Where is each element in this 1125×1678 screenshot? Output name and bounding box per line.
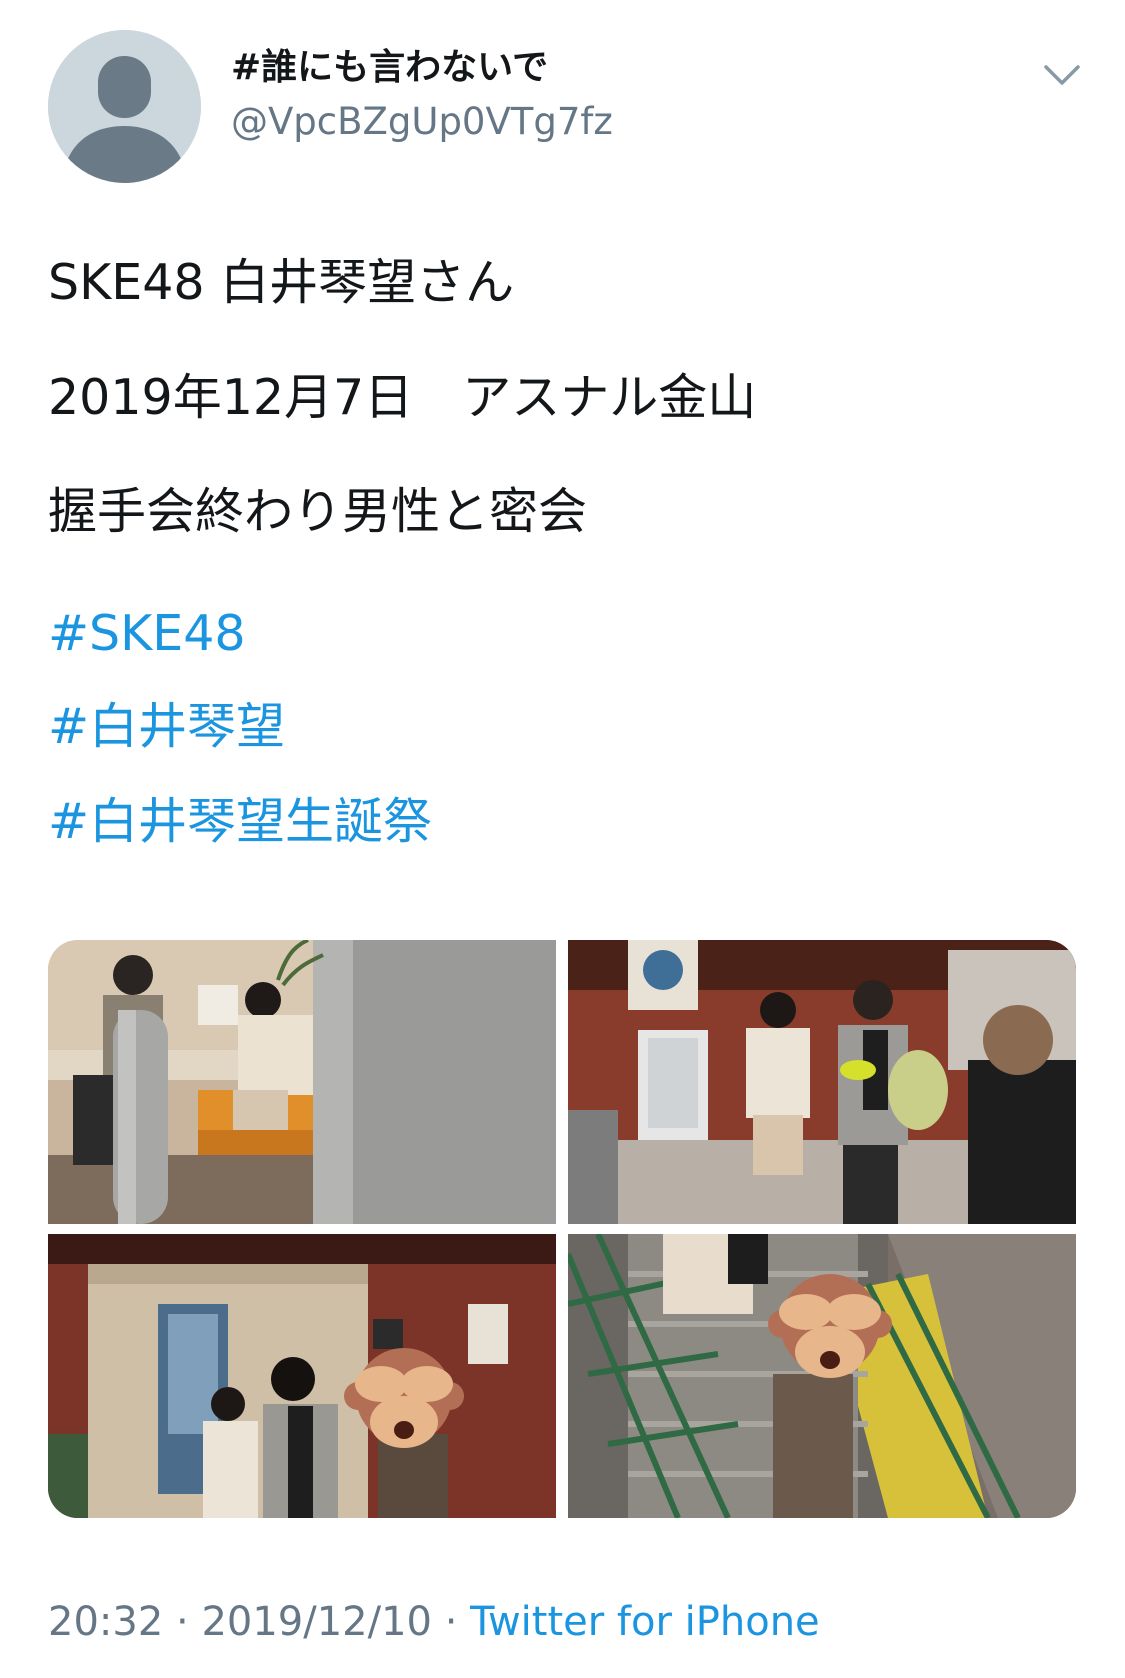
hashtag-link[interactable]: #SKE48 <box>48 602 246 666</box>
tweet-date: 2019/12/10 <box>201 1599 432 1645</box>
media-grid <box>48 940 1076 1518</box>
tweet-photo-4[interactable] <box>568 1234 1076 1518</box>
author-handle[interactable]: @VpcBZgUp0VTg7fz <box>231 96 613 148</box>
chevron-down-icon[interactable] <box>1038 55 1086 95</box>
tweet-source-link[interactable]: Twitter for iPhone <box>470 1599 820 1645</box>
hashtag-link[interactable]: #白井琴望生誕祭 <box>48 790 432 854</box>
tweet-text-line: 2019年12月7日 アスナル金山 <box>48 369 757 426</box>
tweet-photo-3[interactable] <box>48 1234 556 1518</box>
tweet-text-line: 握手会終わり男性と密会 <box>48 483 588 540</box>
tweet-time: 20:32 <box>48 1599 164 1645</box>
author-display-name[interactable]: #誰にも言わないで <box>231 42 548 94</box>
tweet-photo-2[interactable] <box>568 940 1076 1224</box>
default-profile-icon <box>48 30 201 183</box>
hashtag-link[interactable]: #白井琴望 <box>48 695 285 759</box>
avatar[interactable] <box>48 30 201 183</box>
tweet-photo-1[interactable] <box>48 940 556 1224</box>
meta-separator: · <box>163 1599 202 1645</box>
tweet-meta: 20:32 · 2019/12/10 · Twitter for iPhone <box>48 1594 820 1650</box>
meta-separator: · <box>431 1599 471 1645</box>
tweet-text-line: SKE48 白井琴望さん <box>48 254 515 311</box>
